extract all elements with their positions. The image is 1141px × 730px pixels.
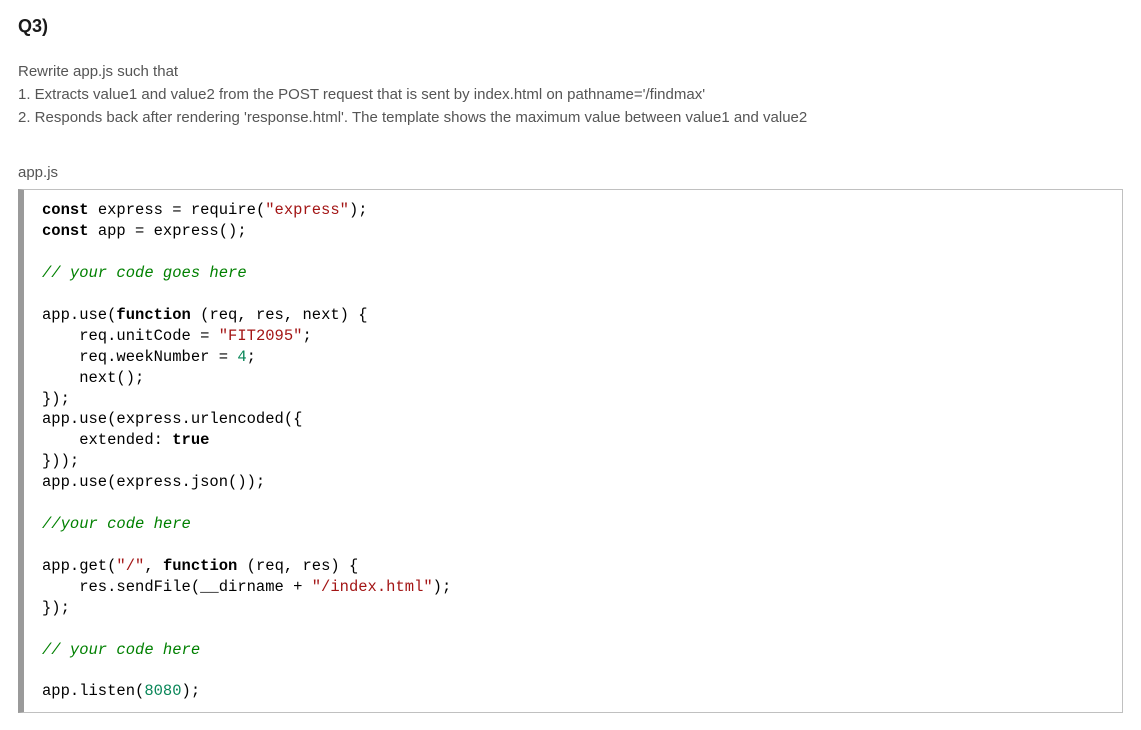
code-token: const — [42, 201, 89, 219]
code-token: const — [42, 222, 89, 240]
code-token: app.use( — [42, 306, 116, 324]
code-token: next(); — [42, 369, 144, 387]
instruction-item-2: 2. Responds back after rendering 'respon… — [18, 107, 1123, 129]
code-token: function — [116, 306, 190, 324]
code-token: app.use(express.urlencoded({ — [42, 410, 302, 428]
code-token: "/index.html" — [312, 578, 433, 596]
code-token: (req, res) { — [237, 557, 358, 575]
code-comment: // your code here — [42, 641, 200, 659]
code-token: res.sendFile(__dirname + — [42, 578, 312, 596]
code-token: 8080 — [144, 682, 181, 700]
question-instructions: Rewrite app.js such that 1. Extracts val… — [18, 61, 1123, 128]
code-token: function — [163, 557, 237, 575]
code-token: express = require( — [89, 201, 266, 219]
code-token: ); — [433, 578, 452, 596]
filename-label: app.js — [18, 164, 1123, 181]
code-token: ); — [349, 201, 368, 219]
code-token: (req, res, next) { — [191, 306, 368, 324]
code-token: "express" — [265, 201, 349, 219]
code-token: , — [144, 557, 163, 575]
code-token: app.use(express.json()); — [42, 473, 265, 491]
code-block: const express = require("express"); cons… — [18, 189, 1123, 713]
code-token: true — [172, 431, 209, 449]
code-token: })); — [42, 452, 79, 470]
instruction-intro: Rewrite app.js such that — [18, 61, 1123, 83]
code-token: }); — [42, 390, 70, 408]
code-token: }); — [42, 599, 70, 617]
code-token: "/" — [116, 557, 144, 575]
code-token: req.unitCode = — [42, 327, 219, 345]
code-token: extended: — [42, 431, 172, 449]
code-token: "FIT2095" — [219, 327, 303, 345]
code-token: 4 — [237, 348, 246, 366]
code-comment: // your code goes here — [42, 264, 247, 282]
question-heading: Q3) — [18, 16, 1123, 37]
code-token: ; — [302, 327, 311, 345]
code-token: ); — [182, 682, 201, 700]
code-comment: //your code here — [42, 515, 191, 533]
code-token: app = express(); — [89, 222, 247, 240]
instruction-item-1: 1. Extracts value1 and value2 from the P… — [18, 84, 1123, 106]
code-token: app.listen( — [42, 682, 144, 700]
code-token: ; — [247, 348, 256, 366]
code-token: app.get( — [42, 557, 116, 575]
code-token: req.weekNumber = — [42, 348, 237, 366]
